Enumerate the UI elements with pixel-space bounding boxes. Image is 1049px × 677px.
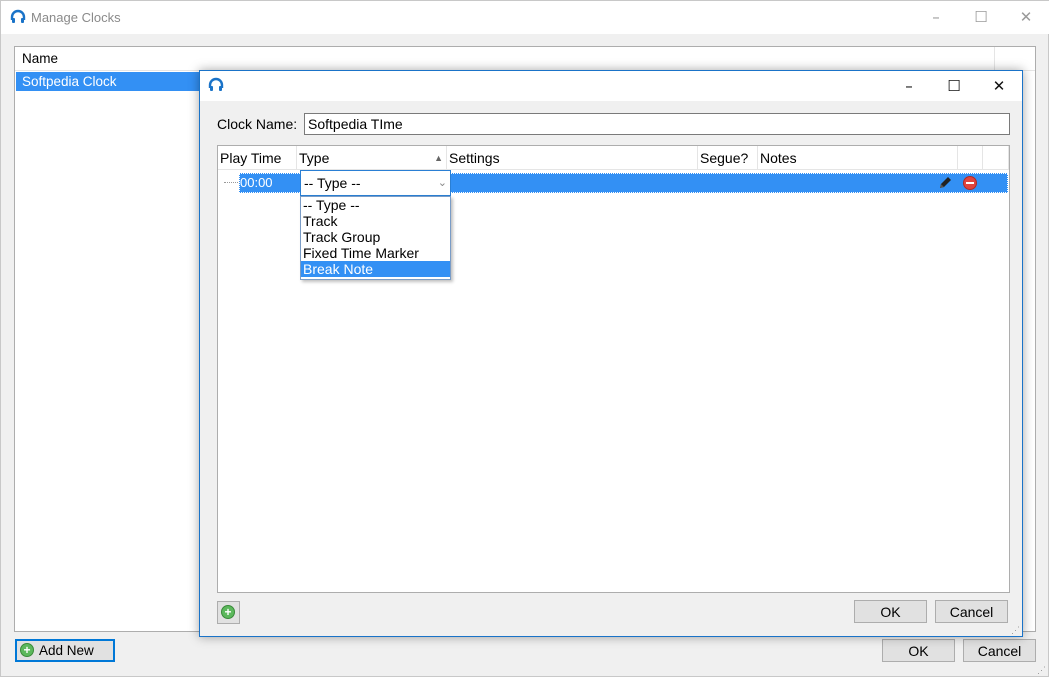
type-header-label: Type xyxy=(299,150,330,166)
dialog-maximize-button[interactable]: ☐ xyxy=(931,71,977,101)
app-logo-icon xyxy=(208,77,224,91)
dialog-cancel-button[interactable]: Cancel xyxy=(935,600,1008,623)
outer-maximize-button[interactable]: ☐ xyxy=(958,2,1004,32)
outer-ok-button[interactable]: OK xyxy=(882,639,955,662)
dropdown-option-track[interactable]: Track xyxy=(301,213,450,229)
clock-name-input[interactable]: Softpedia TIme xyxy=(304,113,1010,135)
type-dropdown-list[interactable]: -- Type -- Track Track Group Fixed Time … xyxy=(300,196,451,280)
column-header-delete xyxy=(983,146,1009,170)
outer-minimize-button[interactable]: – xyxy=(913,2,959,32)
dropdown-option-fixed-time-marker[interactable]: Fixed Time Marker xyxy=(301,245,450,261)
list-item[interactable]: Softpedia Clock xyxy=(16,72,206,91)
dialog-close-button[interactable]: ✕ xyxy=(976,71,1022,101)
column-header-settings[interactable]: Settings xyxy=(447,146,698,170)
extra-column-header xyxy=(995,47,1035,71)
add-icon: + xyxy=(221,605,235,619)
dialog-minimize-button[interactable]: – xyxy=(886,71,932,101)
name-column-header[interactable]: Name xyxy=(15,47,995,71)
outer-close-button[interactable]: ✕ xyxy=(1003,2,1049,32)
app-logo-icon xyxy=(10,9,26,23)
type-select[interactable]: -- Type -- ⌄ xyxy=(300,170,451,196)
dropdown-option-break-note[interactable]: Break Note xyxy=(301,261,450,277)
column-header-play-time[interactable]: Play Time xyxy=(218,146,297,170)
type-select-value: -- Type -- xyxy=(304,175,361,191)
pencil-icon[interactable] xyxy=(937,175,953,191)
resize-grip-icon[interactable]: ⋰ xyxy=(1037,665,1047,675)
outer-titlebar: Manage Clocks – ☐ ✕ xyxy=(1,1,1049,34)
clock-items-grid[interactable]: Play Time Type ▲ Settings Segue? Notes 0… xyxy=(217,145,1010,593)
outer-cancel-button[interactable]: Cancel xyxy=(963,639,1036,662)
column-header-type[interactable]: Type ▲ xyxy=(297,146,447,170)
add-new-label: Add New xyxy=(39,643,94,658)
delete-icon[interactable] xyxy=(962,175,978,191)
dropdown-option-track-group[interactable]: Track Group xyxy=(301,229,450,245)
play-time-cell[interactable]: 00:00 xyxy=(240,174,280,192)
add-icon: + xyxy=(20,643,34,657)
dropdown-option-none[interactable]: -- Type -- xyxy=(301,197,450,213)
dialog-ok-button[interactable]: OK xyxy=(854,600,927,623)
clock-editor-dialog: – ☐ ✕ Clock Name: Softpedia TIme Play Ti… xyxy=(199,70,1023,637)
chevron-down-icon: ⌄ xyxy=(437,177,447,189)
dialog-resize-grip-icon[interactable]: ⋰ xyxy=(1011,625,1021,635)
dialog-titlebar: – ☐ ✕ xyxy=(200,71,1022,101)
clock-name-label: Clock Name: xyxy=(217,116,298,132)
add-item-button[interactable]: + xyxy=(217,601,240,624)
add-new-button[interactable]: + Add New xyxy=(15,639,115,662)
row-indicator xyxy=(224,182,240,183)
column-header-edit xyxy=(958,146,983,170)
sort-ascending-icon: ▲ xyxy=(434,153,443,163)
column-header-segue[interactable]: Segue? xyxy=(698,146,758,170)
outer-window-title: Manage Clocks xyxy=(31,10,121,25)
column-header-notes[interactable]: Notes xyxy=(758,146,958,170)
